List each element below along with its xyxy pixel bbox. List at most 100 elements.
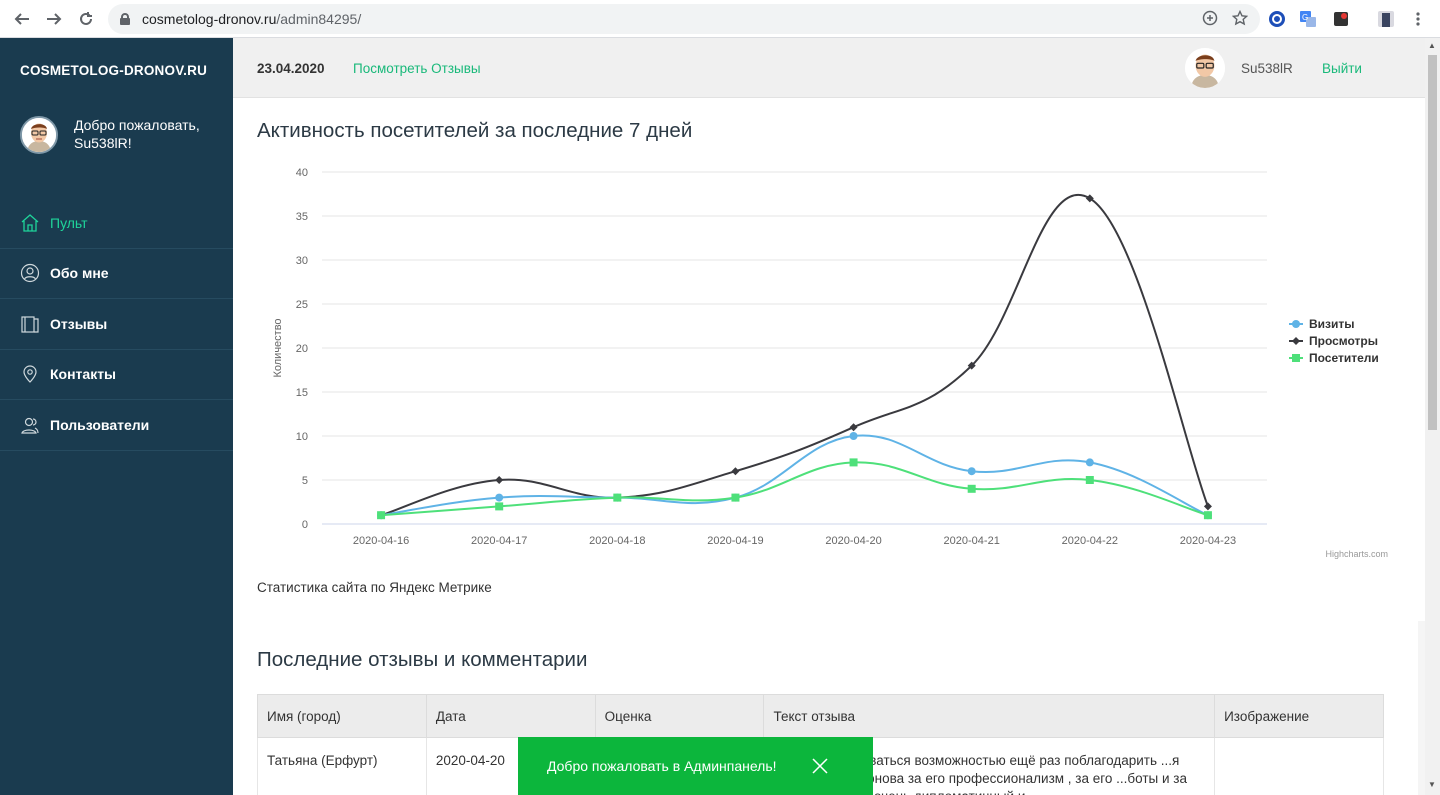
data-point [495, 493, 504, 502]
chart-note: Статистика сайта по Яндекс Метрике [257, 580, 492, 595]
table-header-row: Имя (город) Дата Оценка Текст отзыва Изо… [257, 694, 1384, 738]
current-date: 23.04.2020 [257, 61, 325, 76]
legend-marker [1292, 354, 1300, 362]
close-icon[interactable] [811, 757, 829, 775]
media-extension-icon[interactable] [1331, 9, 1351, 29]
browser-toolbar: cosmetolog-dronov.ru/admin84295/ G [0, 0, 1440, 38]
main-content: Активность посетителей за последние 7 дн… [233, 98, 1425, 795]
user-avatar[interactable] [1185, 48, 1225, 88]
chart-heading: Активность посетителей за последние 7 дн… [257, 119, 693, 142]
y-tick-label: 35 [296, 211, 308, 223]
sidebar-item-label: Обо мне [50, 265, 109, 282]
data-point [967, 484, 976, 493]
legend-item[interactable]: Просмотры [1309, 334, 1378, 348]
activity-chart: 0 5 10 15 20 25 30 35 40 2020-04-16 2020-04-17 2020… [272, 167, 1388, 559]
welcome-toast: Добро пожаловать в Админпанель! [518, 737, 873, 795]
highcharts-credits[interactable]: Highcharts.com [1325, 549, 1388, 559]
svg-text:G: G [1302, 13, 1308, 22]
home-icon [20, 213, 40, 233]
reload-icon[interactable] [70, 3, 102, 35]
page-scrollbar[interactable]: ▲ ▼ [1425, 38, 1440, 795]
legend-item[interactable]: Визиты [1309, 317, 1355, 331]
scroll-down-icon[interactable]: ▼ [1428, 780, 1436, 789]
legend-marker [1292, 320, 1300, 328]
scroll-thumb[interactable] [1428, 55, 1437, 430]
sidebar-item-label: Пульт [50, 214, 88, 231]
welcome-text: Добро пожаловать, Su538lR! [74, 117, 200, 151]
y-tick-label: 0 [302, 519, 308, 531]
data-point [849, 458, 858, 467]
sidebar-item-about[interactable]: Обо мне [0, 249, 233, 299]
column-header[interactable]: Оценка [594, 694, 765, 738]
username[interactable]: Su538lR [1241, 61, 1293, 76]
data-point [849, 432, 858, 440]
top-header: 23.04.2020 Посмотреть Отзывы Su538lR Вый… [233, 38, 1425, 98]
url-path: /admin84295/ [276, 11, 362, 27]
url-host: cosmetolog-dronov.ru [142, 11, 277, 27]
add-site-icon[interactable] [1202, 10, 1218, 26]
logout-link[interactable]: Выйти [1322, 61, 1362, 76]
brand-logo[interactable]: COSMETOLOG-DRONOV.RU [20, 63, 207, 78]
data-point [1085, 458, 1094, 467]
series-line [380, 461, 1209, 517]
legend-item[interactable]: Посетители [1309, 351, 1379, 365]
data-point [1203, 502, 1212, 511]
sidebar-item-dashboard[interactable]: Пульт [0, 198, 233, 249]
x-tick-label: 2020-04-20 [825, 535, 881, 547]
y-tick-label: 25 [296, 299, 308, 311]
review-image [1214, 737, 1384, 795]
view-reviews-link[interactable]: Посмотреть Отзывы [353, 61, 481, 76]
y-tick-label: 15 [296, 387, 308, 399]
x-tick-label: 2020-04-19 [707, 535, 763, 547]
lock-icon [120, 13, 130, 25]
toast-message: Добро пожаловать в Админпанель! [547, 758, 777, 774]
column-header[interactable]: Текст отзыва [763, 694, 1216, 738]
series-line [380, 194, 1209, 517]
x-tick-label: 2020-04-16 [353, 535, 409, 547]
sidebar-item-label: Отзывы [50, 315, 108, 332]
y-tick-label: 40 [296, 167, 308, 179]
address-bar[interactable]: cosmetolog-dronov.ru/admin84295/ [108, 4, 1260, 34]
menu-dots-icon[interactable] [1408, 9, 1428, 29]
data-point [731, 493, 740, 502]
column-header[interactable]: Дата [425, 694, 596, 738]
sidebar-item-reviews[interactable]: Отзывы [0, 299, 233, 350]
data-point [495, 502, 504, 511]
reviews-heading: Последние отзывы и комментарии [257, 648, 588, 671]
data-point [731, 467, 740, 476]
avatar [20, 116, 58, 154]
x-tick-label: 2020-04-22 [1062, 535, 1118, 547]
legend-marker [1292, 337, 1300, 345]
sidebar-item-contacts[interactable]: Контакты [0, 350, 233, 400]
sidebar-menu: Пульт Обо мне Отзывы Контакты Пользовате… [0, 198, 233, 451]
review-name: Татьяна (Ерфурт) [257, 737, 427, 795]
sidebar: COSMETOLOG-DRONOV.RU Добро пожаловать, S… [0, 38, 233, 795]
profile-avatar-icon[interactable] [1376, 9, 1396, 29]
back-icon[interactable] [6, 3, 38, 35]
data-point [967, 467, 976, 476]
star-icon[interactable] [1232, 10, 1248, 26]
y-tick-label: 10 [296, 431, 308, 443]
user-icon [20, 263, 40, 283]
x-tick-label: 2020-04-23 [1180, 535, 1236, 547]
vpn-extension-icon[interactable] [1267, 9, 1287, 29]
translate-extension-icon[interactable]: G [1298, 9, 1318, 29]
forward-icon[interactable] [38, 3, 70, 35]
column-header[interactable]: Имя (город) [257, 694, 427, 738]
sidebar-item-label: Пользователи [50, 416, 150, 433]
content-edge [1418, 621, 1425, 795]
sidebar-item-label: Контакты [50, 366, 117, 383]
y-tick-label: 30 [296, 255, 308, 267]
data-point [613, 493, 622, 502]
x-tick-label: 2020-04-17 [471, 535, 527, 547]
scroll-up-icon[interactable]: ▲ [1428, 41, 1436, 50]
series-line [380, 434, 1209, 517]
sidebar-item-users[interactable]: Пользователи [0, 400, 233, 451]
users-icon [20, 415, 40, 435]
x-tick-label: 2020-04-21 [944, 535, 1000, 547]
data-point [1203, 511, 1212, 520]
data-point [377, 511, 386, 520]
column-header[interactable]: Изображение [1214, 694, 1384, 738]
y-tick-label: 20 [296, 343, 308, 355]
data-point [1085, 476, 1094, 484]
